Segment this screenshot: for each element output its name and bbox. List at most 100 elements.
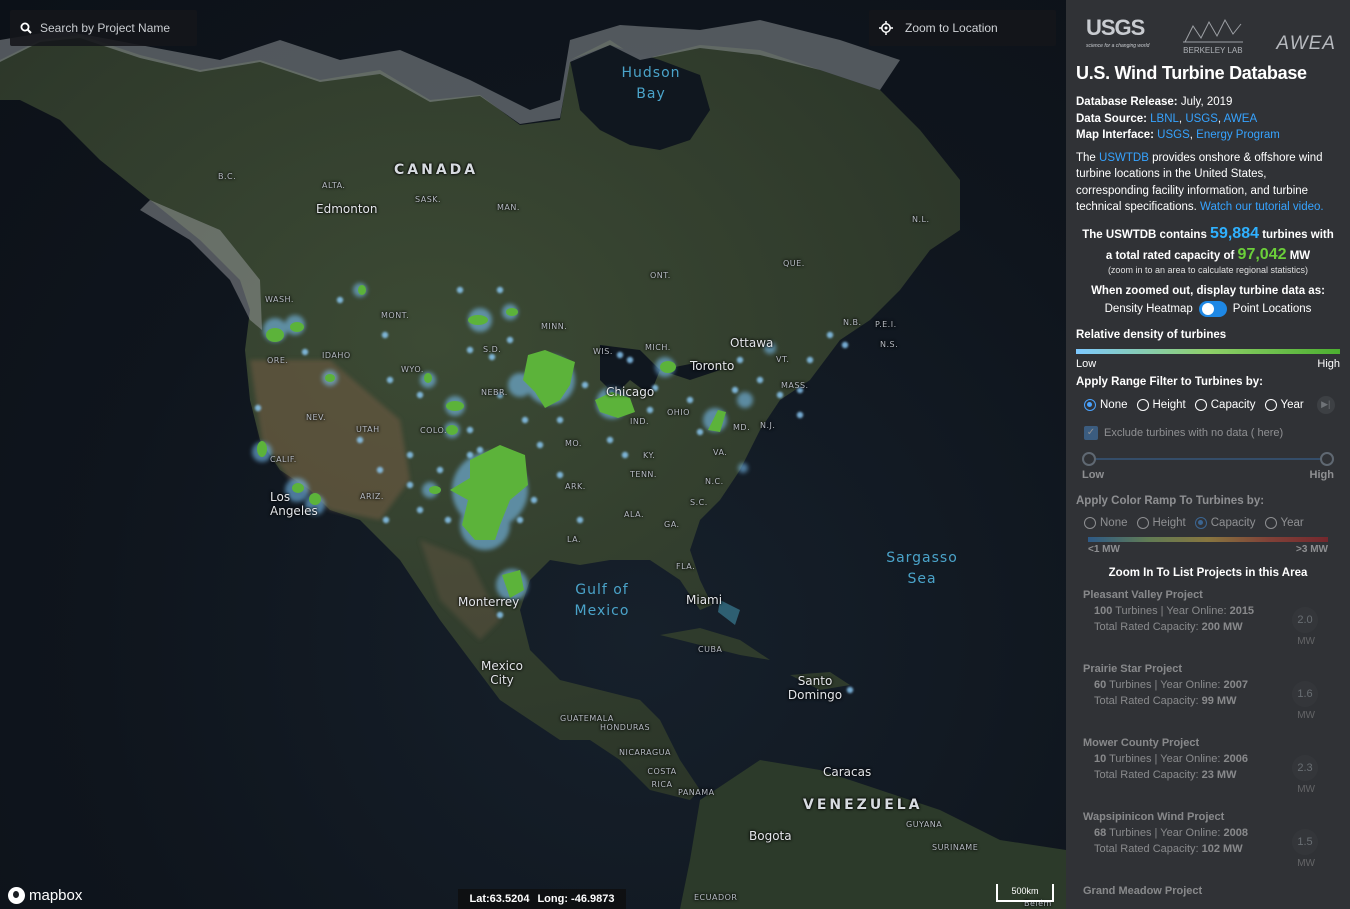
map-region-label: MONT. xyxy=(381,311,410,320)
slider-labels: Low High xyxy=(1076,469,1340,481)
avg-capacity-badge: 1.6 xyxy=(1292,680,1318,707)
map-region-label: CUBA xyxy=(698,645,723,654)
map-region-label: QUE. xyxy=(783,259,805,268)
ramp-option-year[interactable]: Year xyxy=(1264,516,1304,529)
interface-link-usgs[interactable]: USGS xyxy=(1157,129,1190,141)
label-caracas: Caracas xyxy=(823,765,872,779)
latitude-readout: Lat:63.5204 xyxy=(469,893,530,905)
exclude-no-data-label: Exclude turbines with no data ( here) xyxy=(1104,426,1284,439)
map-region-label: IND. xyxy=(630,417,650,426)
map-region-label: N.S. xyxy=(880,340,899,349)
radio-icon xyxy=(1084,516,1096,529)
heat-dot xyxy=(506,336,514,344)
radio-icon xyxy=(1136,516,1149,529)
badge-unit: MW xyxy=(1297,857,1315,869)
project-turbine-count: 10 xyxy=(1094,752,1107,765)
ramp-option-height[interactable]: Height xyxy=(1136,516,1186,529)
map-region-label: ONT. xyxy=(650,271,671,280)
project-name: Grand Meadow Project xyxy=(1083,884,1203,897)
label-los-angeles: Los Angeles xyxy=(270,490,318,518)
interface-link-energy-program[interactable]: Energy Program xyxy=(1196,129,1280,141)
project-item[interactable]: Wapsipinicon Wind Project 68 Turbines | … xyxy=(1076,811,1340,875)
label-santo-domingo: Santo Domingo xyxy=(787,674,843,702)
zoom-in-note: Zoom In To List Projects in this Area xyxy=(1108,566,1308,579)
crosshair-icon xyxy=(879,21,893,35)
heat-core-blob xyxy=(446,425,458,435)
range-option-capacity[interactable]: Capacity xyxy=(1194,398,1256,411)
usgs-tagline: science for a changing world xyxy=(1086,43,1150,49)
longitude-readout: Long: -46.9873 xyxy=(537,893,615,905)
range-option-height[interactable]: Height xyxy=(1136,398,1186,411)
avg-capacity-badge: 2.0 xyxy=(1292,606,1318,633)
search-input[interactable] xyxy=(40,21,180,35)
radio-selected-icon xyxy=(1084,398,1096,411)
source-label: Data Source: xyxy=(1076,112,1147,125)
heat-core-blob xyxy=(506,308,518,316)
source-link-usgs[interactable]: USGS xyxy=(1185,113,1218,125)
range-option-label: Capacity xyxy=(1210,398,1256,411)
play-animation-button[interactable]: ▶| xyxy=(1316,395,1335,414)
display-mode-toggle[interactable] xyxy=(1198,300,1227,317)
map-region-label: N.J. xyxy=(760,421,776,430)
berkeley-lab-label: BERKELEY LAB xyxy=(1183,46,1243,55)
heat-dot xyxy=(756,376,764,384)
slider-handle-high[interactable] xyxy=(1320,451,1334,466)
capacity-unit: MW xyxy=(1289,249,1311,262)
slider-handle-low[interactable] xyxy=(1082,451,1096,466)
map-region-label: HONDURAS xyxy=(600,723,651,732)
ramp-option-capacity[interactable]: Capacity xyxy=(1194,516,1256,529)
heat-dot xyxy=(841,341,849,349)
map-region-label: COLO. xyxy=(420,426,448,435)
project-item[interactable]: Pleasant Valley Project 100 Turbines | Y… xyxy=(1076,589,1340,653)
stats-note: (zoom in to an area to calculate regiona… xyxy=(1107,264,1309,275)
ramp-option-none[interactable]: None xyxy=(1084,516,1128,529)
heat-core-blob xyxy=(660,361,676,373)
usgs-logo[interactable]: USGS science for a changing world xyxy=(1086,17,1150,55)
project-list: Pleasant Valley Project 100 Turbines | Y… xyxy=(1076,589,1340,909)
map-view[interactable]: CANADA VENEZUELA Hudson Bay Gulf of Mexi… xyxy=(0,0,1066,909)
map-region-label: N.B. xyxy=(843,318,862,327)
heat-dot xyxy=(646,406,654,414)
zoom-to-location-button[interactable]: Zoom to Location xyxy=(869,10,1056,46)
source-link-lbnl[interactable]: LBNL xyxy=(1150,113,1179,125)
ramp-min-label: <1 MW xyxy=(1088,543,1120,555)
source-link-awea[interactable]: AWEA xyxy=(1224,113,1257,125)
heat-dot xyxy=(806,356,814,364)
project-item[interactable]: Grand Meadow Project xyxy=(1076,885,1340,909)
berkeley-lab-icon xyxy=(1182,18,1243,43)
slider-low-label: Low xyxy=(1082,468,1104,481)
tutorial-video-link[interactable]: Watch our tutorial video. xyxy=(1200,201,1324,213)
map-region-label: WIS. xyxy=(593,347,613,356)
color-ramp-title: Apply Color Ramp To Turbines by: xyxy=(1076,494,1265,507)
map-region-label: VT. xyxy=(776,355,790,364)
range-slider[interactable] xyxy=(1082,450,1334,468)
badge-unit: MW xyxy=(1297,783,1315,795)
heat-dot xyxy=(416,506,424,514)
ramp-max-label: >3 MW xyxy=(1296,543,1328,555)
release-label: Database Release: xyxy=(1076,96,1178,108)
project-item[interactable]: Prairie Star Project 60 Turbines | Year … xyxy=(1076,663,1340,727)
range-option-label: None xyxy=(1100,398,1128,411)
checkbox-checked-icon[interactable]: ✓ xyxy=(1084,425,1098,440)
mapbox-attribution[interactable]: mapbox xyxy=(8,887,82,904)
project-turbine-count: 100 xyxy=(1094,604,1113,617)
berkeley-lab-logo[interactable]: BERKELEY LAB xyxy=(1182,18,1243,55)
awea-logo[interactable]: AWEA xyxy=(1276,33,1336,55)
label-sargasso-sea: Sargasso Sea xyxy=(886,550,958,587)
heat-dot xyxy=(356,436,364,444)
uswtdb-link[interactable]: USWTDB xyxy=(1099,152,1149,164)
app-root: CANADA VENEZUELA Hudson Bay Gulf of Mexi… xyxy=(0,0,1350,909)
range-option-year[interactable]: Year xyxy=(1264,398,1304,411)
heat-core-blob xyxy=(523,350,575,408)
heat-core-blob xyxy=(468,315,488,325)
project-item[interactable]: Mower County Project 10 Turbines | Year … xyxy=(1076,737,1340,801)
stats-pre: The USWTDB contains xyxy=(1082,228,1207,241)
search-box[interactable] xyxy=(10,10,197,46)
toggle-right-label: Point Locations xyxy=(1232,302,1312,315)
range-option-none[interactable]: None xyxy=(1084,398,1128,411)
exclude-no-data-row[interactable]: ✓ Exclude turbines with no data ( here) xyxy=(1076,425,1340,440)
heat-core-blob xyxy=(446,401,464,411)
project-year: 2006 xyxy=(1223,752,1248,765)
density-title: Relative density of turbines xyxy=(1076,328,1227,341)
map-region-label: N.L. xyxy=(912,215,930,224)
